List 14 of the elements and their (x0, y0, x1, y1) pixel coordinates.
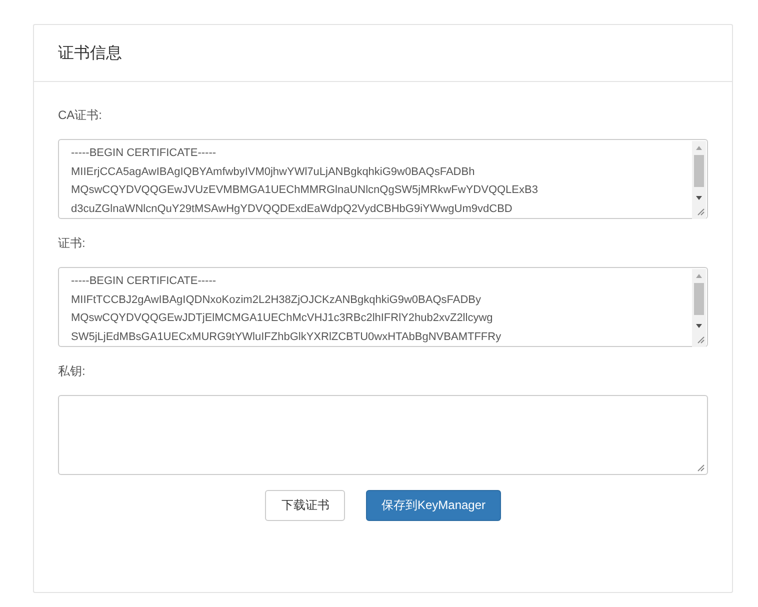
text-area[interactable] (58, 395, 708, 475)
text-area[interactable]: -----BEGIN CERTIFICATE----- MIIErjCCA5agAwIBAgIQBYAmfwbyIVM0jhwYWl7uLjANBgkqhkiG9w0BAQsFADBh MQswCQYDVQQGEwJVUzEVMBMGA1UEChMMRGlnaUNlcnQgSW5jMRkwFwYDVQQLExB3 d3cuZGlnaWNlcnQuY29tMSAwHgYDVQQDExdEaWdpQ2VydCBHbG9iYWwgUm9vdCBD (58, 139, 708, 219)
field-label: 证书: (58, 234, 86, 252)
text-area[interactable]: -----BEGIN CERTIFICATE----- MIIFtTCCBJ2gAwIBAgIQDNxoKozim2L2H38ZjOJCKzANBgkqhkiG9w0BAQsFADBy MQswCQYDVQQGEwJDTjElMCMGA1UEChMcVHJ1c3RBc2lhIFRlY2hub2xvZ2llcywg SW5jLjEdMBsGA1UECxMURG9tYWluIFZhbGlkYXRlZCBTU0wxHTAbBgNVBAMTFFRy (58, 267, 708, 347)
download-button[interactable]: 下载证书 (265, 490, 346, 521)
scrollbar-drawing[interactable] (692, 141, 706, 219)
scrollbar-drawing[interactable] (692, 269, 706, 347)
field-label: 私钥: (58, 362, 86, 380)
resize-grip-icon[interactable] (697, 336, 705, 344)
panel-title: 证书信息 (58, 44, 122, 64)
resize-grip-icon[interactable] (697, 464, 705, 472)
resize-grip-icon[interactable] (697, 208, 705, 216)
field-label: CA证书: (58, 106, 102, 124)
save-button[interactable]: 保存到KeyManager (366, 490, 501, 521)
